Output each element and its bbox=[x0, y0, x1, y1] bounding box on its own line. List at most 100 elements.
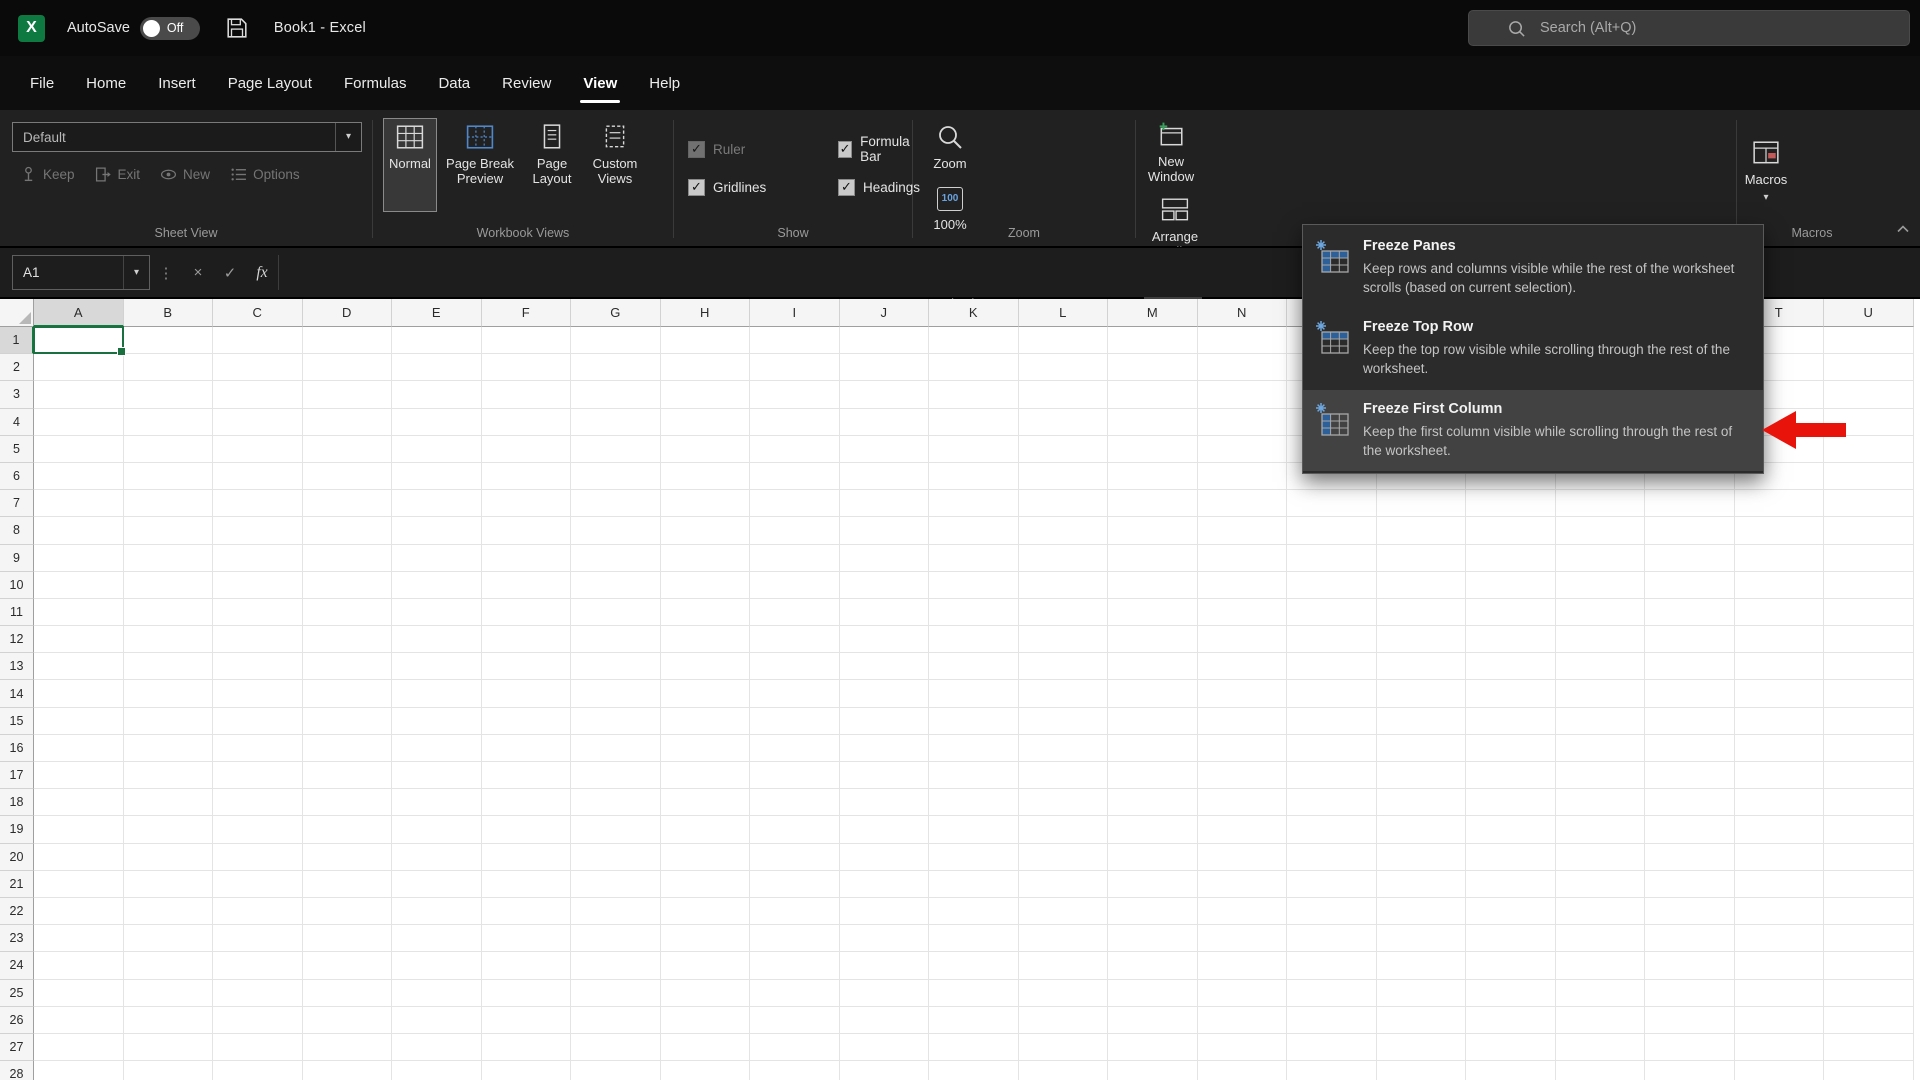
cell-N15[interactable] bbox=[1198, 708, 1288, 735]
cell-H19[interactable] bbox=[661, 816, 751, 843]
sheet-view-dropdown[interactable]: Default ▾ bbox=[12, 122, 362, 152]
cell-M19[interactable] bbox=[1108, 816, 1198, 843]
cell-P18[interactable] bbox=[1377, 789, 1467, 816]
row-header-13[interactable]: 13 bbox=[0, 653, 34, 680]
cell-H21[interactable] bbox=[661, 871, 751, 898]
cell-B28[interactable] bbox=[124, 1061, 214, 1080]
cell-K17[interactable] bbox=[929, 762, 1019, 789]
cell-N19[interactable] bbox=[1198, 816, 1288, 843]
cell-P13[interactable] bbox=[1377, 653, 1467, 680]
row-header-19[interactable]: 19 bbox=[0, 816, 34, 843]
cell-G7[interactable] bbox=[571, 490, 661, 517]
cell-K5[interactable] bbox=[929, 436, 1019, 463]
cell-G12[interactable] bbox=[571, 626, 661, 653]
cell-C21[interactable] bbox=[213, 871, 303, 898]
cell-Q10[interactable] bbox=[1466, 572, 1556, 599]
cell-S19[interactable] bbox=[1645, 816, 1735, 843]
cell-I23[interactable] bbox=[750, 925, 840, 952]
cell-E21[interactable] bbox=[392, 871, 482, 898]
cell-M22[interactable] bbox=[1108, 898, 1198, 925]
cell-I16[interactable] bbox=[750, 735, 840, 762]
cell-C27[interactable] bbox=[213, 1034, 303, 1061]
cell-U26[interactable] bbox=[1824, 1007, 1914, 1034]
cell-I13[interactable] bbox=[750, 653, 840, 680]
cell-S25[interactable] bbox=[1645, 980, 1735, 1007]
cell-E25[interactable] bbox=[392, 980, 482, 1007]
cell-C6[interactable] bbox=[213, 463, 303, 490]
cell-U13[interactable] bbox=[1824, 653, 1914, 680]
cell-K7[interactable] bbox=[929, 490, 1019, 517]
cell-A19[interactable] bbox=[34, 816, 124, 843]
cell-T15[interactable] bbox=[1735, 708, 1825, 735]
cell-N27[interactable] bbox=[1198, 1034, 1288, 1061]
cell-Q18[interactable] bbox=[1466, 789, 1556, 816]
cell-M13[interactable] bbox=[1108, 653, 1198, 680]
cell-S7[interactable] bbox=[1645, 490, 1735, 517]
cell-A25[interactable] bbox=[34, 980, 124, 1007]
cell-P16[interactable] bbox=[1377, 735, 1467, 762]
cell-B16[interactable] bbox=[124, 735, 214, 762]
cell-S13[interactable] bbox=[1645, 653, 1735, 680]
cell-L21[interactable] bbox=[1019, 871, 1109, 898]
cell-H6[interactable] bbox=[661, 463, 751, 490]
cell-Q11[interactable] bbox=[1466, 599, 1556, 626]
menu-tab-data[interactable]: Data bbox=[422, 56, 486, 110]
cell-E2[interactable] bbox=[392, 354, 482, 381]
cell-O18[interactable] bbox=[1287, 789, 1377, 816]
row-header-10[interactable]: 10 bbox=[0, 572, 34, 599]
menu-tab-insert[interactable]: Insert bbox=[142, 56, 212, 110]
cell-K28[interactable] bbox=[929, 1061, 1019, 1080]
cell-C15[interactable] bbox=[213, 708, 303, 735]
cell-D26[interactable] bbox=[303, 1007, 393, 1034]
cell-U16[interactable] bbox=[1824, 735, 1914, 762]
cell-Q8[interactable] bbox=[1466, 517, 1556, 544]
column-header-L[interactable]: L bbox=[1019, 299, 1109, 327]
cell-J12[interactable] bbox=[840, 626, 930, 653]
row-header-28[interactable]: 28 bbox=[0, 1061, 34, 1080]
cell-U28[interactable] bbox=[1824, 1061, 1914, 1080]
cell-E3[interactable] bbox=[392, 381, 482, 408]
cell-L5[interactable] bbox=[1019, 436, 1109, 463]
cell-S17[interactable] bbox=[1645, 762, 1735, 789]
cell-C16[interactable] bbox=[213, 735, 303, 762]
cell-F9[interactable] bbox=[482, 545, 572, 572]
cell-L14[interactable] bbox=[1019, 680, 1109, 707]
cell-J11[interactable] bbox=[840, 599, 930, 626]
column-header-M[interactable]: M bbox=[1108, 299, 1198, 327]
cell-A18[interactable] bbox=[34, 789, 124, 816]
cell-C22[interactable] bbox=[213, 898, 303, 925]
row-header-25[interactable]: 25 bbox=[0, 980, 34, 1007]
cell-L27[interactable] bbox=[1019, 1034, 1109, 1061]
cell-H27[interactable] bbox=[661, 1034, 751, 1061]
cell-C10[interactable] bbox=[213, 572, 303, 599]
cell-A14[interactable] bbox=[34, 680, 124, 707]
row-header-11[interactable]: 11 bbox=[0, 599, 34, 626]
cell-A11[interactable] bbox=[34, 599, 124, 626]
cell-B6[interactable] bbox=[124, 463, 214, 490]
cell-J17[interactable] bbox=[840, 762, 930, 789]
cell-M16[interactable] bbox=[1108, 735, 1198, 762]
cell-U14[interactable] bbox=[1824, 680, 1914, 707]
cell-R10[interactable] bbox=[1556, 572, 1646, 599]
cell-B17[interactable] bbox=[124, 762, 214, 789]
menu-item-freeze-top-row[interactable]: Freeze Top Row Keep the top row visible … bbox=[1303, 308, 1763, 389]
headings-checkbox[interactable]: ✓ Headings bbox=[838, 179, 920, 196]
cell-N4[interactable] bbox=[1198, 409, 1288, 436]
cell-D22[interactable] bbox=[303, 898, 393, 925]
cell-D18[interactable] bbox=[303, 789, 393, 816]
cell-R22[interactable] bbox=[1556, 898, 1646, 925]
cell-K22[interactable] bbox=[929, 898, 1019, 925]
cell-F14[interactable] bbox=[482, 680, 572, 707]
cell-R13[interactable] bbox=[1556, 653, 1646, 680]
cell-H28[interactable] bbox=[661, 1061, 751, 1080]
cell-L7[interactable] bbox=[1019, 490, 1109, 517]
cell-T13[interactable] bbox=[1735, 653, 1825, 680]
cell-D1[interactable] bbox=[303, 327, 393, 354]
cell-J9[interactable] bbox=[840, 545, 930, 572]
cell-T28[interactable] bbox=[1735, 1061, 1825, 1080]
cell-B4[interactable] bbox=[124, 409, 214, 436]
cell-I18[interactable] bbox=[750, 789, 840, 816]
cell-I9[interactable] bbox=[750, 545, 840, 572]
cell-D11[interactable] bbox=[303, 599, 393, 626]
cell-L18[interactable] bbox=[1019, 789, 1109, 816]
